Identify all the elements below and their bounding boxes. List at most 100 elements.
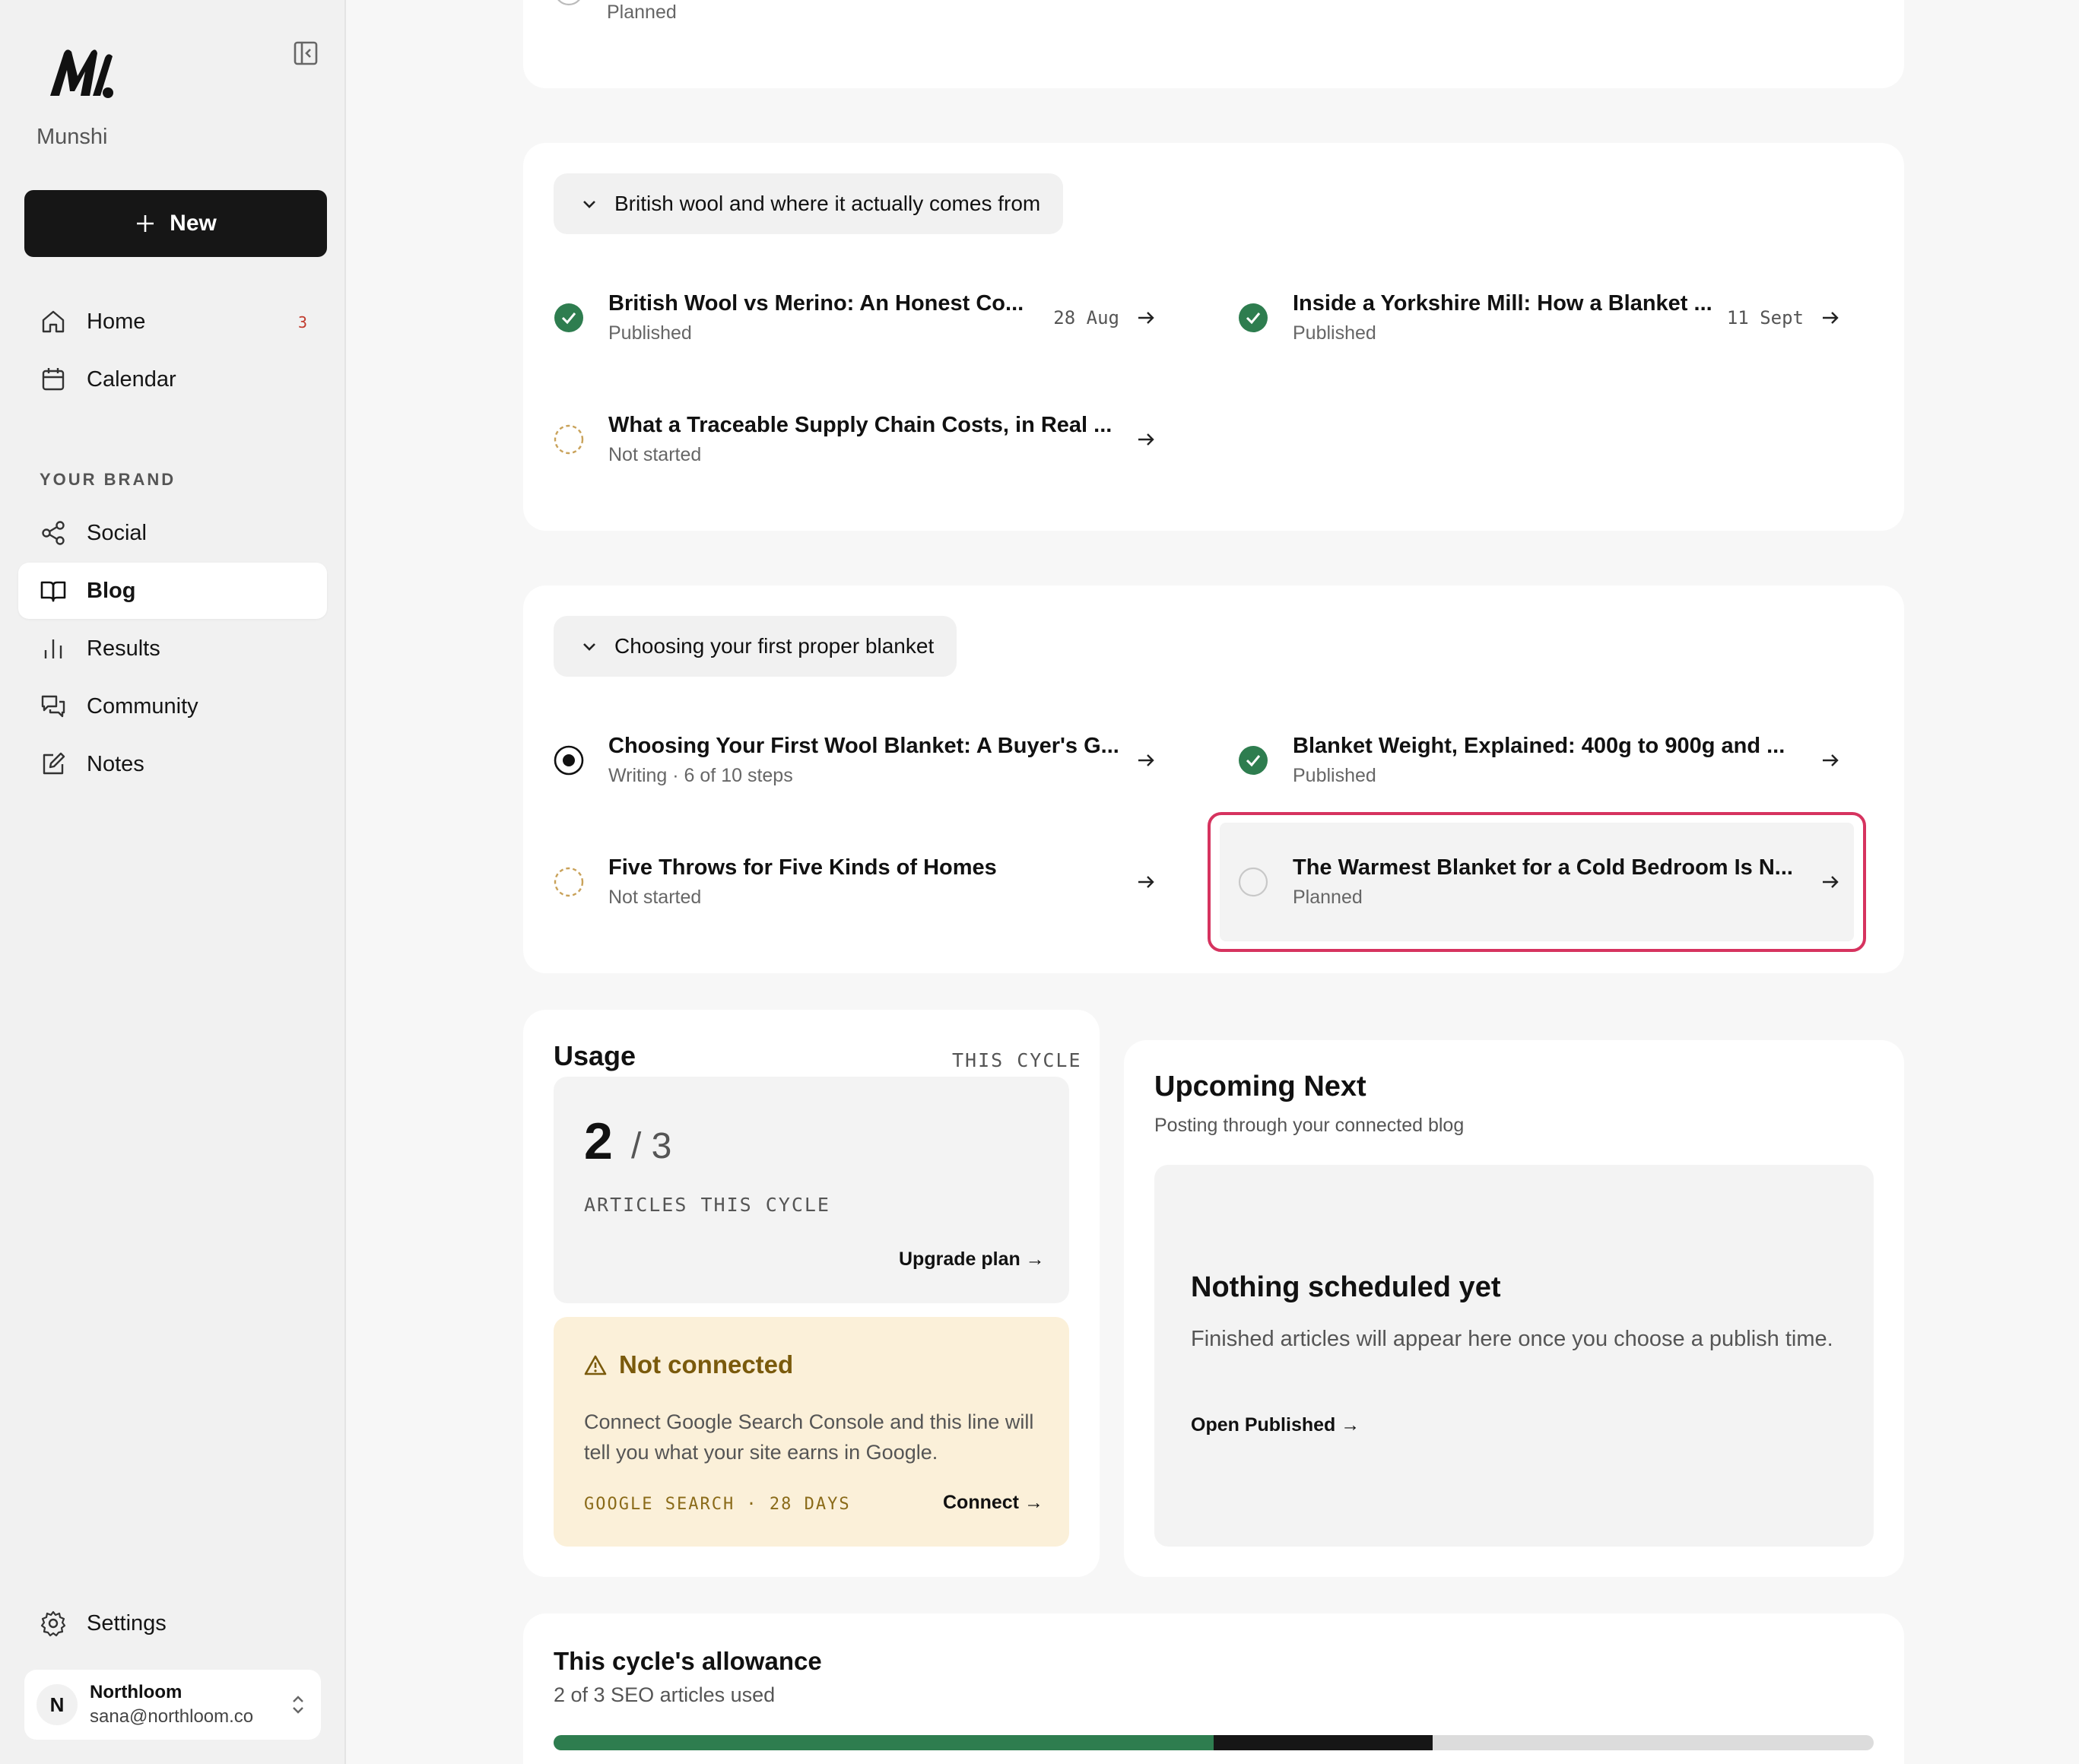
status-not-started-icon	[554, 867, 584, 897]
allowance-progress-bar	[554, 1735, 1874, 1750]
sidebar-item-label: Calendar	[87, 366, 176, 392]
status-published-icon	[1239, 746, 1268, 775]
article-status: Published	[1293, 322, 1376, 344]
sidebar-item-label: Results	[87, 636, 160, 661]
status-not-started-icon	[554, 424, 584, 455]
collapse-sidebar-icon[interactable]	[292, 40, 319, 67]
alert-message: Connect Google Search Console and this l…	[584, 1410, 1034, 1464]
account-switcher[interactable]: N Northloom sana@northloom.co	[24, 1670, 321, 1740]
article-row[interactable]: What a Traceable Supply Chain Costs, in …	[554, 394, 1156, 485]
allowance-subtitle: 2 of 3 SEO articles used	[554, 1683, 776, 1706]
article-row[interactable]: Blanket Weight, Explained: 400g to 900g …	[1238, 715, 1840, 806]
article-title: Choosing Your First Wool Blanket: A Buye…	[608, 734, 1119, 758]
article-row[interactable]: The Warmest Blanket for a Cold Bedroom I…	[1238, 836, 1840, 928]
article-row[interactable]: British Wool vs Merino: An Honest Co... …	[554, 272, 1156, 363]
alert-title: Not connected	[584, 1350, 793, 1379]
sidebar-item-settings[interactable]: Settings	[18, 1595, 327, 1651]
sidebar-item-calendar[interactable]: Calendar	[18, 351, 327, 408]
article-status: Writing · 6 of 10 steps	[608, 765, 793, 786]
arrow-right-icon[interactable]	[1136, 308, 1156, 328]
article-status: Published	[1293, 765, 1376, 786]
gear-icon	[40, 1610, 66, 1637]
usage-cycle-label: THIS CYCLE	[952, 1049, 1082, 1071]
status-published-icon	[1239, 303, 1268, 332]
previous-group-card	[523, 0, 1904, 88]
sidebar: Munshi New Home 3 Calendar YOUR BRAND So…	[0, 0, 346, 1764]
upcoming-subtitle: Posting through your connected blog	[1154, 1115, 1465, 1136]
home-badge: 3	[297, 313, 307, 332]
calendar-icon	[42, 368, 65, 391]
share-icon	[42, 521, 65, 545]
sidebar-item-label: Notes	[87, 751, 144, 776]
arrow-right-icon[interactable]	[1136, 750, 1156, 770]
topic-group-toggle[interactable]: British wool and where it actually comes…	[554, 173, 1064, 234]
sidebar-item-home[interactable]: Home 3	[18, 293, 327, 350]
usage-title: Usage	[554, 1040, 636, 1071]
brand-logo[interactable]	[47, 46, 117, 100]
home-icon	[42, 310, 65, 333]
sidebar-item-social[interactable]: Social	[18, 505, 327, 561]
upcoming-empty-state	[1154, 1165, 1874, 1547]
bar-chart-icon	[44, 639, 62, 658]
usage-unit-label: ARTICLES THIS CYCLE	[584, 1194, 830, 1216]
empty-state-title: Nothing scheduled yet	[1191, 1271, 1501, 1303]
chevron-updown-icon	[293, 1696, 303, 1714]
topic-group-title: British wool and where it actually comes…	[614, 192, 1041, 215]
arrow-right-icon[interactable]	[1820, 308, 1840, 328]
sidebar-item-label: Community	[87, 693, 198, 719]
usage-used-count: 2	[584, 1112, 613, 1170]
status-published-icon	[554, 303, 583, 332]
article-status: Planned	[607, 2, 677, 23]
arrow-right-icon[interactable]	[1820, 872, 1840, 892]
sidebar-item-label: Blog	[87, 578, 136, 603]
article-title: The Warmest Blanket for a Cold Bedroom I…	[1293, 855, 1793, 880]
sidebar-item-label: Settings	[87, 1610, 167, 1636]
topic-group-toggle[interactable]: Choosing your first proper blanket	[554, 616, 957, 677]
account-name: Northloom	[90, 1682, 183, 1702]
sidebar-item-notes[interactable]: Notes	[18, 736, 327, 792]
status-planned-icon	[1238, 867, 1268, 897]
chat-bubbles-icon	[41, 695, 65, 718]
new-button[interactable]: New	[24, 190, 327, 257]
alert-source-label: GOOGLE SEARCH · 28 DAYS	[584, 1495, 851, 1514]
sidebar-item-label: Social	[87, 520, 147, 545]
warning-icon	[584, 1355, 607, 1375]
sidebar-item-results[interactable]: Results	[18, 620, 327, 677]
article-status: Published	[608, 322, 692, 344]
alert-title-text: Not connected	[619, 1350, 794, 1379]
article-title: What a Traceable Supply Chain Costs, in …	[608, 413, 1113, 437]
account-email: sana@northloom.co	[90, 1706, 254, 1727]
chevron-down-icon	[583, 201, 595, 208]
article-row[interactable]: Inside a Yorkshire Mill: How a Blanket .…	[1238, 272, 1840, 363]
upgrade-plan-link[interactable]: Upgrade plan →	[899, 1248, 1045, 1271]
arrow-right-icon[interactable]	[1136, 872, 1156, 892]
connect-link[interactable]: Connect →	[943, 1492, 1043, 1514]
empty-state-text: Finished articles will appear here once …	[1191, 1327, 1833, 1351]
brand-name: Munshi	[37, 125, 108, 149]
arrow-right-icon[interactable]	[1136, 430, 1156, 449]
topic-group-title: Choosing your first proper blanket	[614, 634, 935, 658]
sidebar-item-community[interactable]: Community	[18, 678, 327, 734]
sidebar-item-blog[interactable]: Blog	[18, 563, 327, 619]
article-status: Planned	[1293, 887, 1363, 908]
status-writing-icon	[554, 745, 584, 776]
open-published-link[interactable]: Open Published →	[1191, 1414, 1360, 1436]
article-status: Not started	[608, 887, 702, 908]
progress-pending	[1214, 1735, 1433, 1750]
new-button-label: New	[170, 211, 217, 236]
upcoming-title: Upcoming Next	[1154, 1071, 1366, 1102]
article-title: British Wool vs Merino: An Honest Co...	[608, 291, 1024, 316]
article-row[interactable]: Five Throws for Five Kinds of Homes Not …	[554, 836, 1156, 928]
article-row[interactable]: Choosing Your First Wool Blanket: A Buye…	[554, 715, 1156, 806]
arrow-right-icon[interactable]	[1820, 750, 1840, 770]
article-title: Inside a Yorkshire Mill: How a Blanket .…	[1293, 291, 1712, 316]
chevron-down-icon	[583, 643, 595, 651]
article-status: Not started	[608, 444, 702, 465]
avatar: N	[37, 1684, 78, 1725]
arrow-right-icon[interactable]	[1133, 0, 1153, 5]
section-label: YOUR BRAND	[40, 470, 176, 489]
article-title: Blanket Weight, Explained: 400g to 900g …	[1293, 734, 1785, 758]
sidebar-item-label: Home	[87, 309, 146, 334]
usage-total: / 3	[631, 1126, 672, 1166]
book-open-icon	[40, 581, 66, 602]
